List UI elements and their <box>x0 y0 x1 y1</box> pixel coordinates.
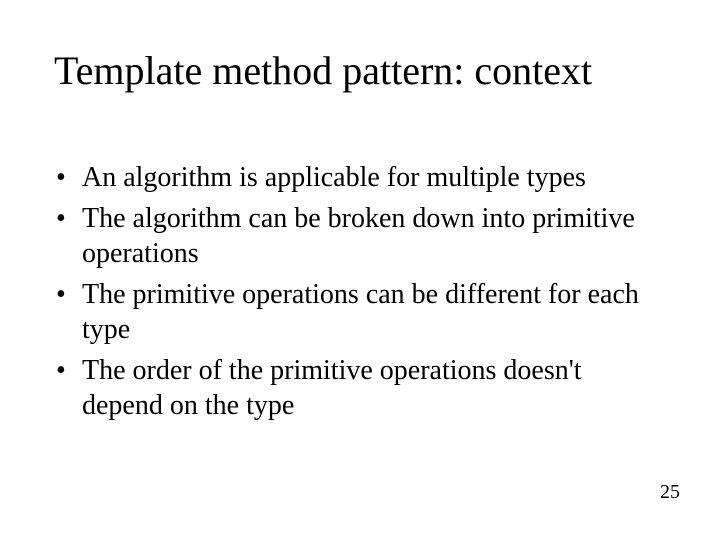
list-item: The algorithm can be broken down into pr… <box>54 201 660 271</box>
slide: Template method pattern: context An algo… <box>0 0 720 540</box>
page-number: 25 <box>660 481 680 504</box>
list-item: The order of the primitive operations do… <box>54 353 660 423</box>
slide-title: Template method pattern: context <box>54 48 680 94</box>
list-item: An algorithm is applicable for multiple … <box>54 160 660 195</box>
bullet-list: An algorithm is applicable for multiple … <box>54 160 660 423</box>
slide-body: An algorithm is applicable for multiple … <box>54 160 660 429</box>
list-item: The primitive operations can be differen… <box>54 277 660 347</box>
